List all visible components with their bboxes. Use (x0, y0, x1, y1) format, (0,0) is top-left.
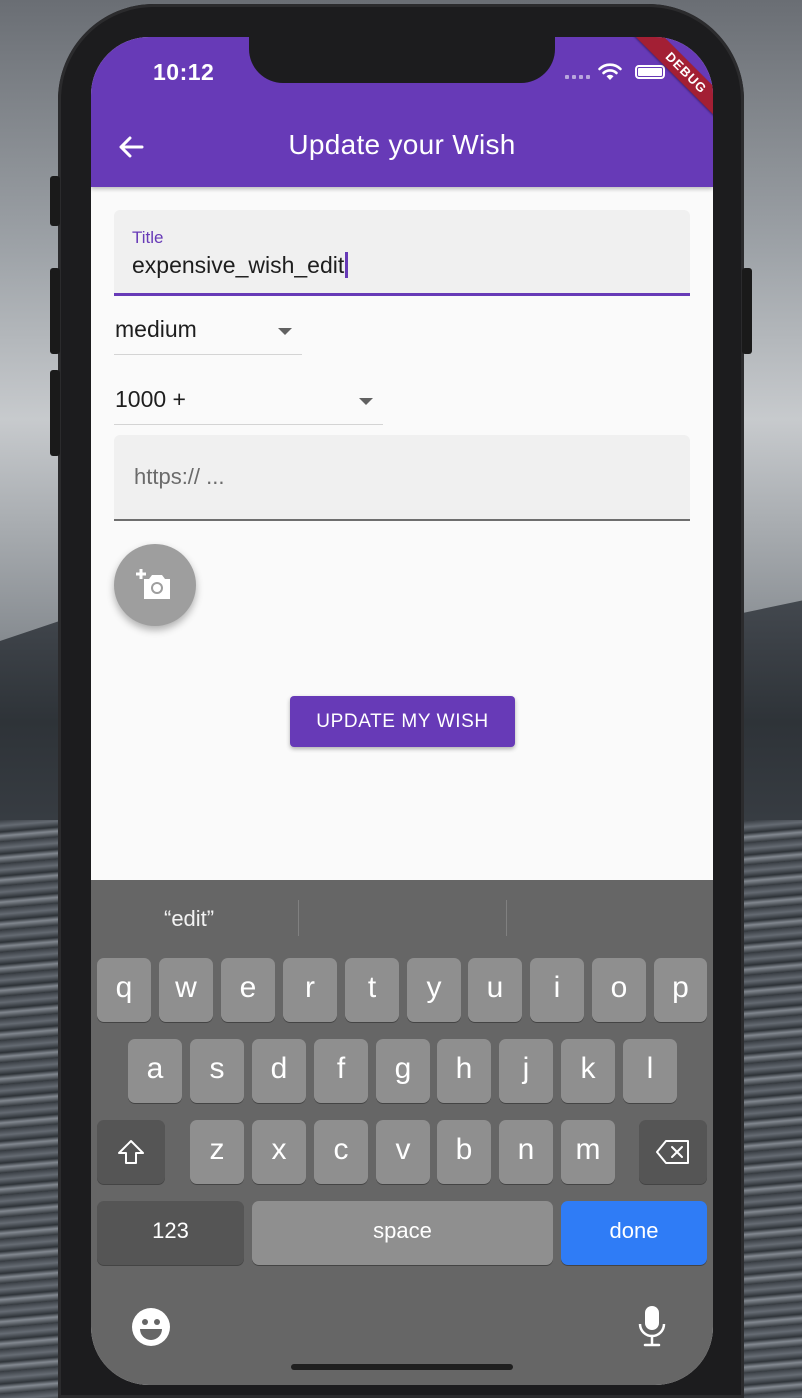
key-i[interactable]: i (530, 958, 584, 1022)
key-h[interactable]: h (437, 1039, 491, 1103)
text-cursor (345, 252, 349, 278)
wifi-icon (598, 63, 622, 80)
done-key[interactable]: done (561, 1201, 707, 1265)
key-j[interactable]: j (499, 1039, 553, 1103)
title-field[interactable]: Title expensive_wish_edit (114, 210, 690, 296)
key-g[interactable]: g (376, 1039, 430, 1103)
key-q[interactable]: q (97, 958, 151, 1022)
phone-screen: 10:12 Update your Wish DEBUG Title expen… (91, 37, 713, 1385)
key-a[interactable]: a (128, 1039, 182, 1103)
add-photo-button[interactable] (114, 544, 196, 626)
page-title: Update your Wish (288, 129, 516, 160)
suggestion-word[interactable]: “edit” (164, 906, 214, 932)
cellular-signal-icon (565, 75, 593, 81)
microphone-icon[interactable] (637, 1304, 667, 1348)
suggestion-divider (506, 900, 507, 936)
suggestion-divider (298, 900, 299, 936)
keyboard: “edit” q w e r t y u i o p a s d f g h j… (91, 880, 713, 1385)
key-u[interactable]: u (468, 958, 522, 1022)
key-b[interactable]: b (437, 1120, 491, 1184)
key-w[interactable]: w (159, 958, 213, 1022)
key-s[interactable]: s (190, 1039, 244, 1103)
priority-dropdown[interactable]: medium (114, 308, 302, 355)
volume-up-button (50, 268, 60, 354)
battery-icon (635, 65, 665, 79)
dropdown-arrow-icon (278, 328, 292, 335)
key-c[interactable]: c (314, 1120, 368, 1184)
backspace-key[interactable] (639, 1120, 707, 1184)
key-v[interactable]: v (376, 1120, 430, 1184)
key-d[interactable]: d (252, 1039, 306, 1103)
add-a-photo-icon (136, 569, 170, 599)
space-key[interactable]: space (252, 1201, 553, 1265)
url-input[interactable] (132, 463, 676, 491)
key-p[interactable]: p (654, 958, 707, 1022)
key-x[interactable]: x (252, 1120, 306, 1184)
mute-switch (50, 176, 60, 226)
shift-icon (118, 1140, 144, 1164)
key-e[interactable]: e (221, 958, 275, 1022)
key-m[interactable]: m (561, 1120, 615, 1184)
update-wish-button[interactable]: UPDATE MY WISH (290, 696, 515, 747)
key-n[interactable]: n (499, 1120, 553, 1184)
priority-dropdown-value: medium (115, 316, 197, 342)
key-o[interactable]: o (592, 958, 646, 1022)
key-t[interactable]: t (345, 958, 399, 1022)
title-field-text: expensive_wish_edit (132, 252, 345, 278)
volume-down-button (50, 370, 60, 456)
key-k[interactable]: k (561, 1039, 615, 1103)
key-z[interactable]: z (190, 1120, 244, 1184)
dropdown-arrow-icon (359, 398, 373, 405)
backspace-icon (656, 1140, 689, 1164)
suggestion-bar: “edit” (91, 880, 713, 954)
url-field[interactable] (114, 435, 690, 521)
shift-key[interactable] (97, 1120, 165, 1184)
title-field-value[interactable]: expensive_wish_edit (132, 252, 349, 279)
emoji-icon[interactable] (131, 1307, 171, 1347)
home-indicator[interactable] (291, 1364, 513, 1370)
price-dropdown-value: 1000 + (115, 386, 186, 412)
numbers-key[interactable]: 123 (97, 1201, 244, 1265)
key-l[interactable]: l (623, 1039, 677, 1103)
status-time: 10:12 (153, 59, 215, 85)
key-r[interactable]: r (283, 958, 337, 1022)
key-y[interactable]: y (407, 958, 461, 1022)
power-button (742, 268, 752, 354)
price-dropdown[interactable]: 1000 + (114, 378, 383, 425)
camera-notch (249, 37, 555, 83)
title-field-label: Title (132, 228, 164, 247)
key-f[interactable]: f (314, 1039, 368, 1103)
